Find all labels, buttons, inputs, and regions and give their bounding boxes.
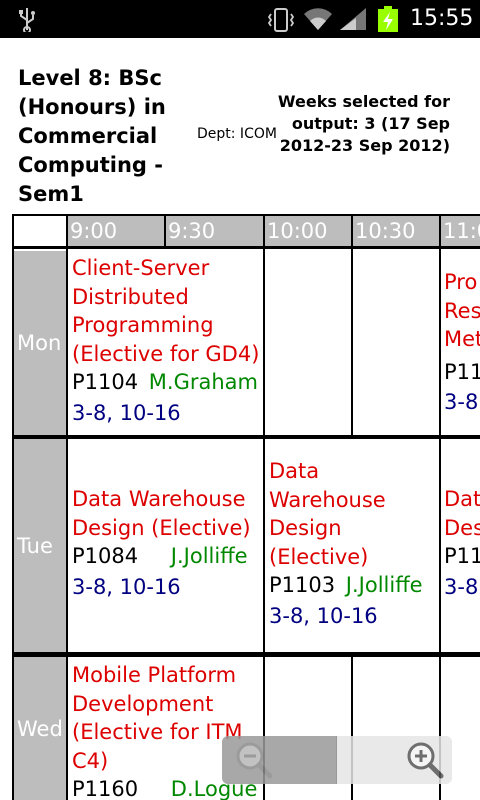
grid-line bbox=[12, 246, 480, 249]
grid-line bbox=[351, 214, 353, 435]
time-header-cell: 11:0 bbox=[441, 216, 480, 246]
zoom-in-button[interactable] bbox=[337, 736, 452, 784]
day-cell-mon: Mon bbox=[14, 251, 66, 435]
timetable-entry[interactable]: Data Warehouse Design (Elective) P1103 J… bbox=[269, 457, 441, 630]
day-label: Mon bbox=[17, 331, 62, 355]
grid-line bbox=[12, 652, 480, 657]
zoom-controls bbox=[222, 736, 452, 784]
grid-line bbox=[263, 214, 265, 800]
zoom-in-icon bbox=[407, 742, 444, 779]
grid-line bbox=[12, 214, 480, 216]
weeks-label: 3-8, 10-16 bbox=[269, 603, 378, 628]
module-name: Client-Server Distributed Programming (E… bbox=[72, 256, 260, 366]
time-header-cell: 9:00 bbox=[68, 216, 164, 246]
time-header-cell: 10:30 bbox=[353, 216, 439, 246]
room-label: P1103 bbox=[269, 573, 336, 597]
module-name: Data Warehouse Design (Elective) bbox=[72, 487, 251, 540]
zoom-out-icon bbox=[236, 742, 273, 779]
time-header-cell: 9:30 bbox=[166, 216, 263, 246]
weeks-label: 3-8, 10-16 bbox=[72, 400, 181, 425]
timetable-entry[interactable]: Pro Res Met P11 3-8 bbox=[444, 268, 480, 417]
day-cell-wed: Wed bbox=[14, 657, 66, 800]
grid-line bbox=[12, 435, 480, 439]
room-label: P1104 bbox=[72, 370, 139, 394]
time-header-cell: 10:00 bbox=[265, 216, 351, 246]
room-label: P1160 bbox=[72, 777, 139, 800]
timetable-entry[interactable]: Client-Server Distributed Programming (E… bbox=[72, 254, 262, 427]
timetable-grid[interactable]: 9:00 9:30 10:00 10:30 11:0 Mon Tue Wed C… bbox=[0, 0, 480, 800]
room-label: P1084 bbox=[72, 544, 139, 568]
grid-line bbox=[66, 214, 68, 800]
day-label: Tue bbox=[17, 533, 53, 558]
lecturer-label: M.Graham bbox=[148, 370, 259, 394]
timetable-entry[interactable]: Data Warehouse Design (Elective) P1084 J… bbox=[72, 485, 262, 601]
grid-line bbox=[12, 214, 14, 800]
room-label: P11 bbox=[444, 359, 480, 384]
day-label: Wed bbox=[17, 716, 63, 741]
module-name: Pro Res Met bbox=[444, 270, 480, 351]
lecturer-label: J.Jolliffe bbox=[170, 544, 248, 568]
lecturer-label: J.Jolliffe bbox=[345, 573, 423, 597]
weeks-label: 3-8 bbox=[444, 574, 479, 599]
timetable-entry[interactable]: Dat Des P11 3-8 bbox=[444, 485, 480, 601]
day-cell-tue: Tue bbox=[14, 439, 66, 652]
room-label: P11 bbox=[444, 544, 480, 568]
grid-line bbox=[164, 214, 166, 246]
zoom-out-button[interactable] bbox=[222, 736, 336, 784]
weeks-label: 3-8 bbox=[444, 390, 479, 414]
module-name: Dat Des bbox=[444, 487, 480, 540]
module-name: Data Warehouse Design (Elective) bbox=[269, 459, 386, 569]
weeks-label: 3-8, 10-16 bbox=[72, 574, 181, 599]
